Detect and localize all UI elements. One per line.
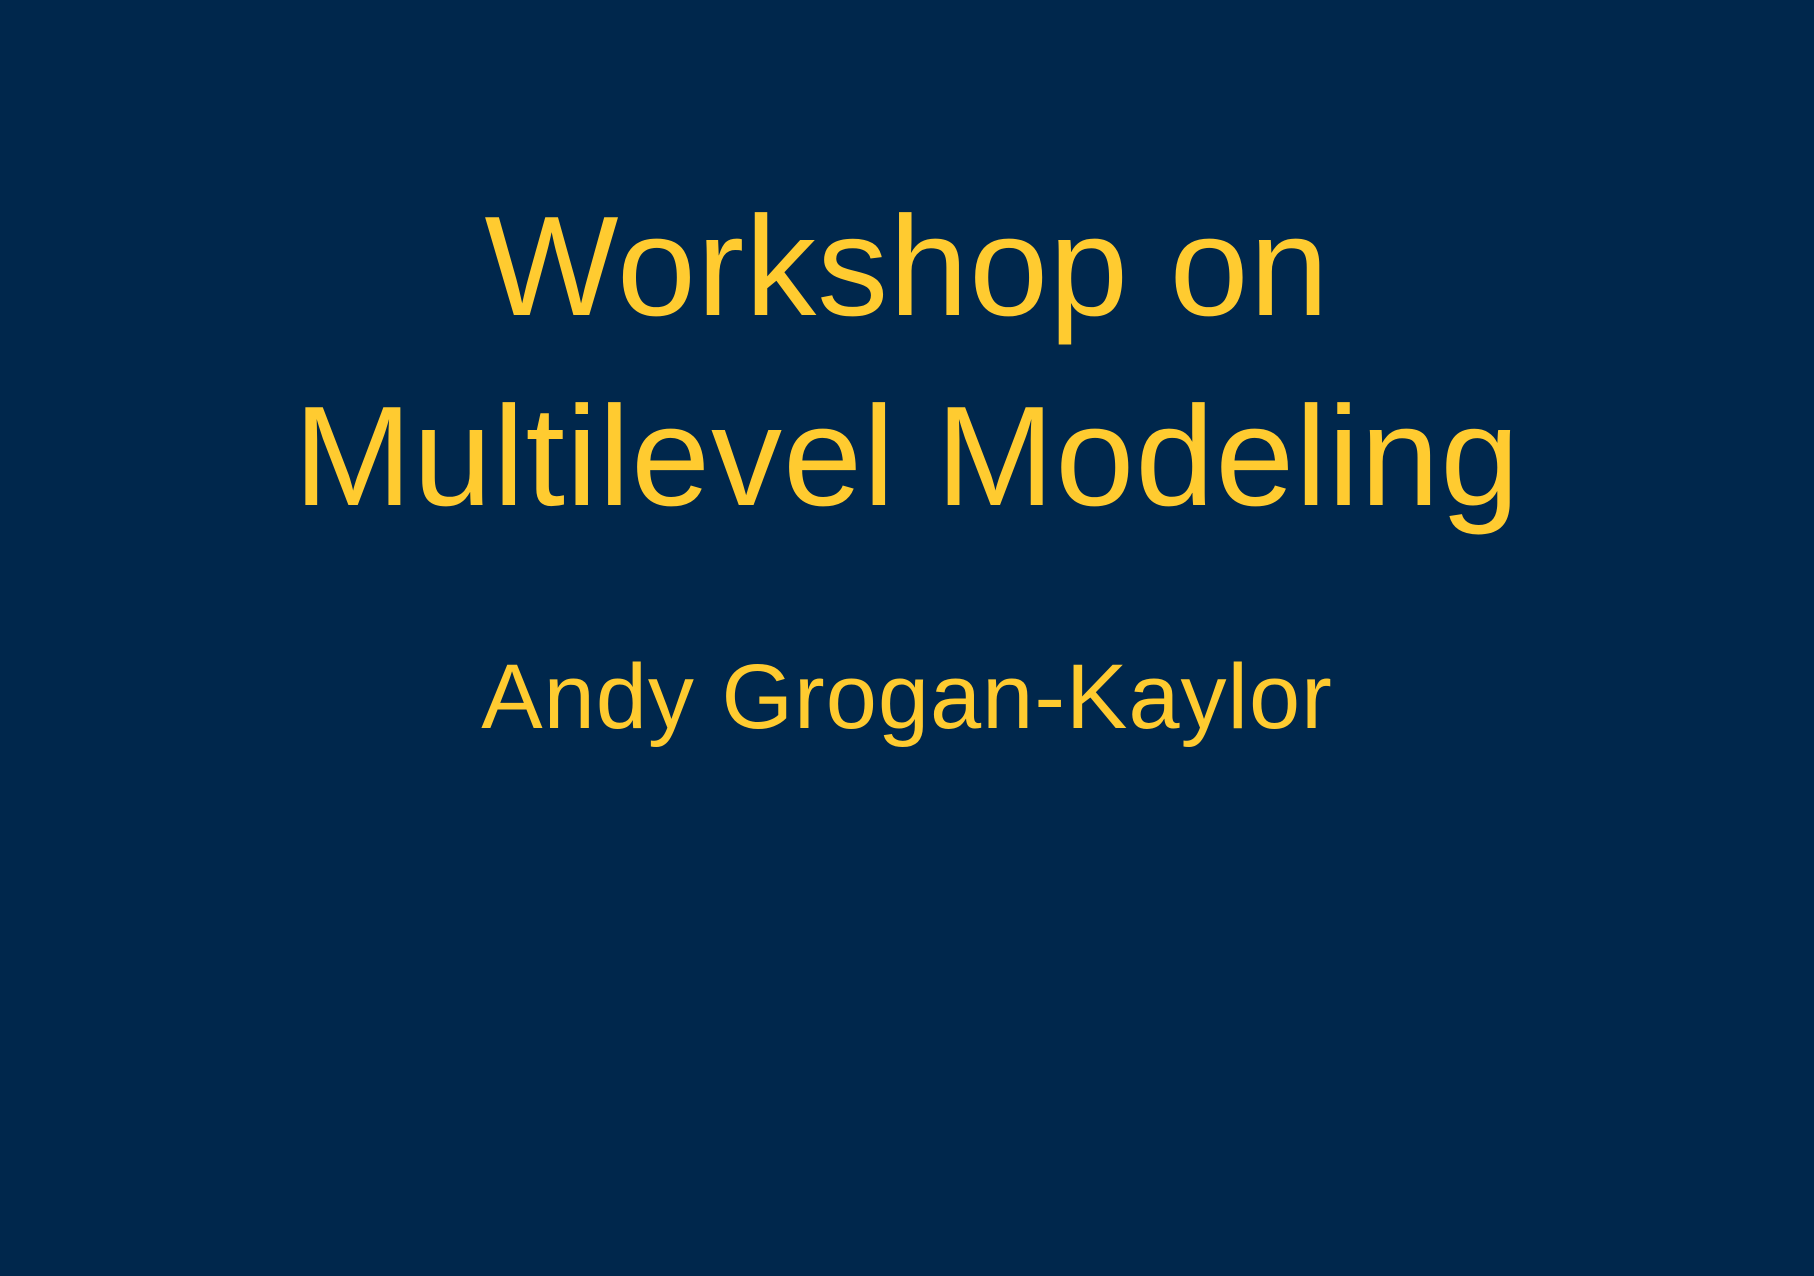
slide-title: Workshop on Multilevel Modeling — [0, 172, 1814, 552]
title-slide: Workshop on Multilevel Modeling Andy Gro… — [0, 0, 1814, 1276]
slide-title-line-2: Multilevel Modeling — [293, 377, 1521, 536]
slide-title-line-1: Workshop on — [484, 187, 1330, 346]
slide-author: Andy Grogan-Kaylor — [481, 646, 1333, 748]
